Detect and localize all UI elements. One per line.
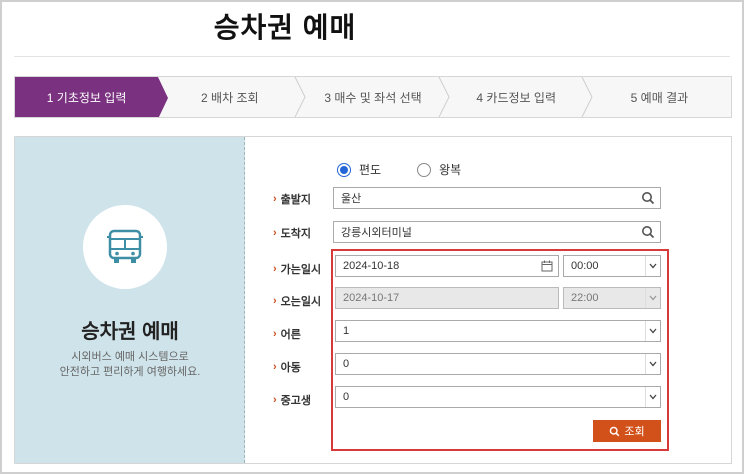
radio-label: 왕복	[439, 163, 462, 177]
step-separator-icon	[294, 77, 306, 117]
go-time-select[interactable]: 00:00	[563, 255, 661, 277]
step-seat-select: 3 매수 및 좌석 선택	[301, 77, 450, 117]
return-time-select[interactable]: 22:00	[563, 287, 661, 309]
chevron-down-icon[interactable]	[645, 354, 660, 374]
chevron-down-icon[interactable]	[645, 256, 660, 276]
arrival-label: › 도착지	[273, 227, 312, 240]
page-title: 승차권 예매	[213, 12, 357, 43]
chevron-down-icon[interactable]	[645, 288, 660, 308]
bullet-arrow-icon: ›	[273, 193, 277, 205]
adult-label: › 어른	[273, 328, 301, 341]
step-card-info: 4 카드정보 입력	[445, 77, 593, 117]
step-label: 5 예매 결과	[630, 90, 689, 105]
chevron-down-icon[interactable]	[645, 321, 660, 341]
departure-input[interactable]: 울산	[333, 187, 661, 209]
radio-selected-icon[interactable]	[337, 162, 351, 177]
child-count-select[interactable]: 0	[335, 353, 661, 375]
student-count-select[interactable]: 0	[335, 386, 661, 408]
step-label: 1 기초정보 입력	[46, 90, 127, 105]
step-basic-info: 1 기초정보 입력	[15, 77, 169, 117]
step-progress: 1 기초정보 입력 2 배차 조회 3 매수 및 좌석 선택 4 카드정보 입력…	[14, 76, 732, 118]
bullet-arrow-icon: ›	[273, 361, 277, 373]
title-divider	[14, 56, 730, 57]
step-label: 3 매수 및 좌석 선택	[324, 90, 422, 105]
return-date-label: › 오는일시	[273, 295, 322, 308]
step-label: 2 배차 조회	[201, 90, 259, 105]
trip-type-group: 편도 왕복	[337, 161, 497, 178]
intro-desc-line: 안전하고 편리하게 여행하세요.	[59, 366, 201, 378]
student-label: › 중고생	[273, 394, 312, 407]
search-button-label: 조회	[624, 426, 645, 438]
go-date-label: › 가는일시	[273, 263, 322, 276]
search-icon[interactable]	[641, 225, 655, 239]
intro-title: 승차권 예매	[81, 321, 179, 343]
step-result: 5 예매 결과	[588, 77, 731, 117]
child-label: › 아동	[273, 361, 301, 374]
step-dispatch-lookup: 2 배차 조회	[158, 77, 306, 117]
trip-type-one-way[interactable]: 편도	[337, 161, 381, 178]
departure-label: › 출발지	[273, 193, 312, 206]
intro-panel: 승차권 예매 시외버스 예매 시스템으로 안전하고 편리하게 여행하세요.	[15, 137, 245, 463]
bullet-arrow-icon: ›	[273, 394, 277, 406]
intro-description: 시외버스 예매 시스템으로 안전하고 편리하게 여행하세요.	[15, 350, 245, 380]
step-separator-icon	[438, 77, 450, 117]
calendar-icon[interactable]	[541, 260, 553, 272]
trip-type-round-trip[interactable]: 왕복	[417, 161, 461, 178]
intro-desc-line: 시외버스 예매 시스템으로	[71, 351, 189, 363]
bus-icon-badge	[83, 205, 167, 289]
step-separator-icon	[581, 77, 593, 117]
bullet-arrow-icon: ›	[273, 295, 277, 307]
bullet-arrow-icon: ›	[273, 263, 277, 275]
search-button[interactable]: 조회	[593, 420, 661, 442]
booking-panel: 승차권 예매 시외버스 예매 시스템으로 안전하고 편리하게 여행하세요. 편도…	[14, 136, 732, 464]
search-icon	[610, 426, 620, 436]
return-date-input[interactable]: 2024-10-17	[335, 287, 559, 309]
bullet-arrow-icon: ›	[273, 328, 277, 340]
adult-count-select[interactable]: 1	[335, 320, 661, 342]
arrival-input[interactable]: 강릉시외터미널	[333, 221, 661, 243]
search-icon[interactable]	[641, 191, 655, 205]
step-label: 4 카드정보 입력	[476, 90, 556, 105]
chevron-down-icon[interactable]	[645, 387, 660, 407]
bullet-arrow-icon: ›	[273, 227, 277, 239]
bus-icon	[107, 229, 143, 263]
radio-unselected-icon[interactable]	[417, 162, 432, 177]
go-date-input[interactable]: 2024-10-18	[335, 255, 559, 277]
radio-label: 편도	[359, 163, 382, 177]
